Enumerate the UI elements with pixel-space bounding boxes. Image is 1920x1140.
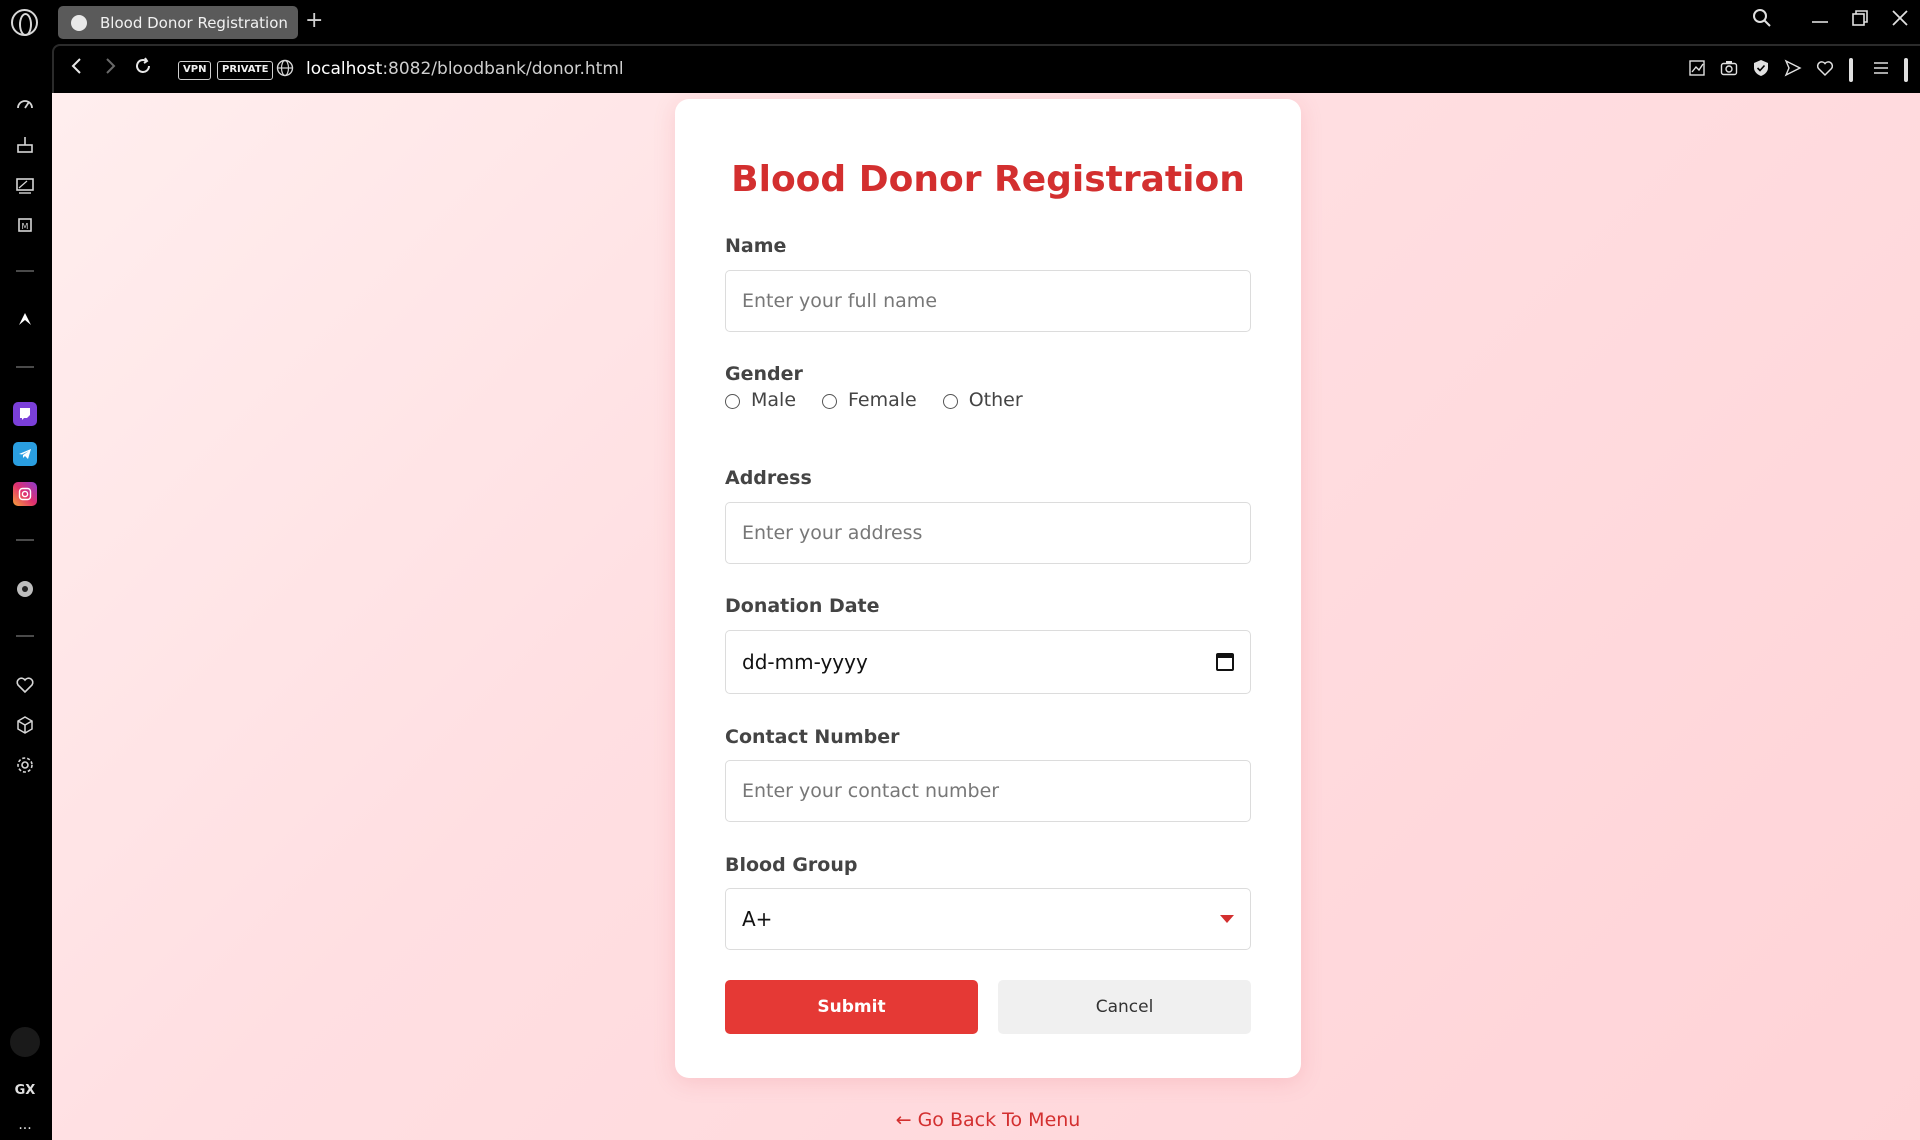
gx-label[interactable]: GX xyxy=(13,1078,37,1102)
address-bar: VPN PRIVATE localhost:8082/bloodbank/don… xyxy=(52,44,1920,93)
blood-group-select[interactable]: A+ xyxy=(725,888,1251,950)
gender-radio-group: Male Female Other xyxy=(725,389,1049,411)
snapshot-camera-icon[interactable] xyxy=(1720,59,1738,83)
sidebar-divider xyxy=(16,366,34,368)
svg-text:M: M xyxy=(22,222,29,231)
sidebar-divider xyxy=(16,270,34,272)
sidebar-divider xyxy=(16,539,34,541)
telegram-icon[interactable] xyxy=(13,442,37,466)
private-badge: PRIVATE xyxy=(217,61,274,80)
cleaner-icon[interactable] xyxy=(13,133,37,157)
name-input[interactable] xyxy=(725,270,1251,332)
blood-group-label: Blood Group xyxy=(725,854,858,876)
url-host: localhost xyxy=(306,59,383,79)
close-window-icon[interactable] xyxy=(1890,8,1910,33)
browser-tab-strip: Blood Donor Registration + xyxy=(0,0,1920,44)
search-tabs-icon[interactable] xyxy=(1752,8,1772,33)
opera-logo-icon[interactable] xyxy=(11,9,38,36)
date-placeholder: dd-mm-yyyy xyxy=(742,650,868,674)
toolbar-divider xyxy=(1849,58,1853,82)
tab-title: Blood Donor Registration xyxy=(100,13,288,32)
blood-group-value: A+ xyxy=(742,907,773,931)
back-icon[interactable] xyxy=(67,56,87,83)
restore-icon[interactable] xyxy=(1850,8,1870,33)
page-viewport: Blood Donor Registration Name Gender Mal… xyxy=(52,93,1920,1140)
contact-number-label: Contact Number xyxy=(725,726,900,748)
new-tab-button[interactable]: + xyxy=(305,9,323,33)
send-icon[interactable] xyxy=(1784,59,1802,83)
donation-date-input[interactable]: dd-mm-yyyy xyxy=(725,630,1251,694)
submit-button[interactable]: Submit xyxy=(725,980,978,1034)
adblock-shield-icon[interactable] xyxy=(1752,59,1770,83)
gender-label: Gender xyxy=(725,363,803,385)
bookmark-heart-icon[interactable] xyxy=(1816,59,1834,83)
edit-page-icon[interactable] xyxy=(1688,59,1706,83)
gender-option-label: Other xyxy=(968,389,1023,411)
chevron-down-icon xyxy=(1220,915,1234,923)
url-path: :8082/bloodbank/donor.html xyxy=(382,59,624,79)
gender-option-label: Female xyxy=(848,389,917,411)
url-field[interactable]: localhost:8082/bloodbank/donor.html xyxy=(306,59,624,79)
extensions-cube-icon[interactable] xyxy=(13,713,37,737)
reload-icon[interactable] xyxy=(133,56,153,83)
gender-option-label: Male xyxy=(751,389,797,411)
site-info-globe-icon[interactable] xyxy=(276,58,294,84)
video-popout-icon[interactable] xyxy=(13,173,37,197)
twitch-icon[interactable] xyxy=(13,402,37,426)
gender-radio-female[interactable]: Female xyxy=(822,389,917,411)
aria-ai-icon[interactable] xyxy=(13,307,37,331)
more-options-icon[interactable]: ··· xyxy=(13,1117,37,1140)
cancel-button[interactable]: Cancel xyxy=(998,980,1251,1034)
minimize-icon[interactable] xyxy=(1810,8,1830,33)
page-title: Blood Donor Registration xyxy=(731,159,1245,200)
radio-button-icon[interactable] xyxy=(942,394,958,409)
settings-gear-icon[interactable] xyxy=(13,753,37,777)
calendar-icon[interactable] xyxy=(1216,653,1234,671)
globe-icon xyxy=(71,14,87,31)
sidebar-toggle-handle[interactable] xyxy=(1904,58,1908,82)
easy-setup-icon[interactable] xyxy=(1872,59,1890,83)
donation-date-label: Donation Date xyxy=(725,595,880,617)
sidebar-divider xyxy=(16,635,34,637)
memory-limiter-icon[interactable]: M xyxy=(13,213,37,237)
music-player-icon[interactable] xyxy=(13,577,37,601)
gender-radio-other[interactable]: Other xyxy=(942,389,1023,411)
registration-card: Blood Donor Registration Name Gender Mal… xyxy=(675,99,1301,1078)
contact-number-input[interactable] xyxy=(725,760,1251,822)
radio-button-icon[interactable] xyxy=(822,394,838,409)
gender-radio-male[interactable]: Male xyxy=(725,389,796,411)
go-back-to-menu-link[interactable]: ← Go Back To Menu xyxy=(52,1109,1920,1131)
forward-icon[interactable] xyxy=(100,56,120,83)
address-label: Address xyxy=(725,467,812,489)
address-input[interactable] xyxy=(725,502,1251,564)
name-label: Name xyxy=(725,235,787,257)
radio-button-icon[interactable] xyxy=(725,394,740,409)
vpn-badge[interactable]: VPN xyxy=(178,61,212,80)
opera-sidebar: M GX ··· xyxy=(0,44,52,1140)
instagram-icon[interactable] xyxy=(13,482,37,506)
browser-tab[interactable]: Blood Donor Registration xyxy=(58,6,298,39)
favorites-heart-icon[interactable] xyxy=(13,673,37,697)
profile-avatar-icon[interactable] xyxy=(10,1027,40,1057)
speed-dial-icon[interactable] xyxy=(13,93,37,117)
